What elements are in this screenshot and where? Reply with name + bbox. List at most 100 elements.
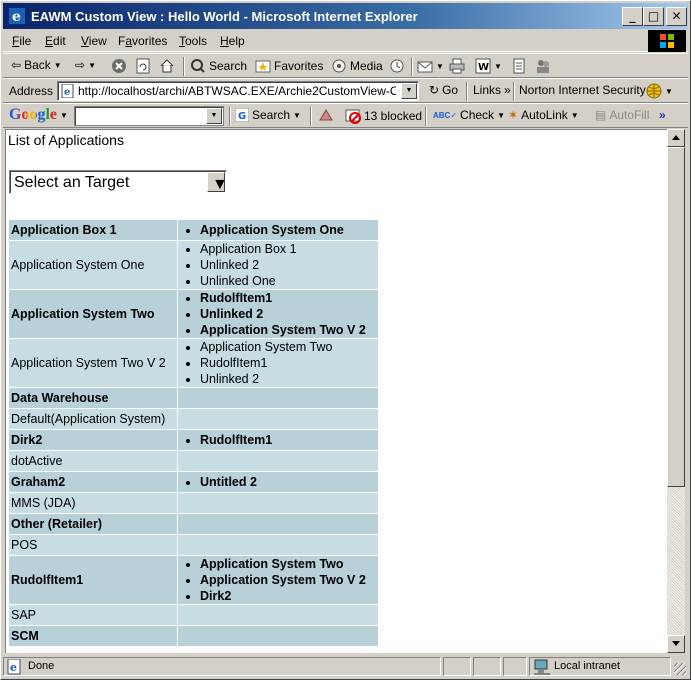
application-name: MMS (JDA) [9, 493, 177, 513]
go-button[interactable]: ↻ Go [429, 83, 458, 97]
links-button[interactable]: Links » [473, 83, 511, 97]
menu-favorites[interactable]: Favorites [118, 34, 167, 48]
application-row: POS [9, 535, 378, 555]
autofill-button[interactable]: ▤ AutoFill [595, 108, 649, 122]
google-search-input[interactable]: ▼ [74, 106, 224, 126]
linked-items-list: Application System TwoRudolfItem1Unlinke… [180, 339, 376, 387]
edit-word-button[interactable]: W ▼ [475, 58, 502, 74]
application-row: dotActive [9, 451, 378, 471]
print-button[interactable] [449, 58, 465, 74]
history-button[interactable] [389, 58, 405, 74]
linked-item: RudolfItem1 [200, 355, 376, 371]
ie-logo-icon: e [9, 8, 25, 24]
application-name: POS [9, 535, 177, 555]
scroll-down-button[interactable] [667, 635, 685, 653]
linked-item: Application System Two V 2 [200, 572, 376, 588]
minimize-button[interactable]: _ [622, 7, 643, 26]
popup-blocker-button[interactable]: 13 blocked [345, 108, 422, 124]
linked-item: Dirk2 [200, 588, 376, 604]
toolbar-separator [183, 57, 185, 76]
application-name: dotActive [9, 451, 177, 471]
linked-item: Unlinked 2 [200, 306, 376, 322]
chevron-down-icon: ▼ [210, 112, 218, 119]
home-button[interactable] [159, 58, 175, 74]
address-dropdown-button[interactable]: ▼ [401, 83, 417, 99]
spell-check-icon: ABC✓ [433, 110, 458, 120]
menu-file[interactable]: File [12, 34, 31, 48]
linked-items-list: Application System TwoApplication System… [180, 556, 376, 604]
application-row: RudolfItem1Application System TwoApplica… [9, 556, 378, 604]
target-select-dropdown[interactable]: ▼ [207, 172, 228, 193]
media-button[interactable]: Media [331, 58, 383, 74]
linked-items-cell: Application System TwoApplication System… [178, 556, 378, 604]
forward-button[interactable]: ⇨ ▼ [75, 58, 96, 72]
application-row: MMS (JDA) [9, 493, 378, 513]
svg-text:e: e [10, 661, 17, 674]
application-name: SAP [9, 605, 177, 625]
application-name: RudolfItem1 [9, 556, 177, 604]
more-chevron-button[interactable]: » [659, 108, 666, 122]
spell-check-button[interactable]: ABC✓ Check ▼ [433, 108, 505, 122]
security-zone-pane: Local intranet [529, 657, 671, 676]
messenger-button[interactable] [535, 58, 551, 74]
scrollbar-thumb[interactable] [667, 147, 685, 487]
address-toolbar: Address e ▼ ↻ Go Links » Norton Internet… [3, 78, 688, 103]
vertical-scrollbar[interactable] [667, 129, 685, 653]
close-button[interactable]: ✕ [666, 7, 687, 26]
menu-help[interactable]: Help [220, 34, 245, 48]
status-pane [473, 657, 501, 676]
target-select[interactable]: Select an Target ▼ [9, 170, 228, 194]
pagerank-icon [319, 109, 333, 121]
printer-icon [449, 58, 465, 74]
search-button[interactable]: Search [190, 58, 247, 74]
mail-button[interactable]: ▼ [417, 58, 444, 74]
mail-icon [417, 61, 433, 73]
chevron-down-icon: ▼ [570, 110, 579, 120]
address-box[interactable]: e ▼ [57, 81, 419, 101]
google-logo-button[interactable]: Google ▼ [9, 106, 68, 124]
forward-arrow-icon: ⇨ [75, 58, 86, 72]
back-button[interactable]: ⇦ Back ▼ [11, 58, 62, 72]
application-name: Dirk2 [9, 430, 177, 450]
autolink-wand-icon: ✶ [508, 108, 519, 122]
linked-items-list: RudolfItem1 [180, 432, 376, 448]
scroll-up-button[interactable] [667, 129, 685, 147]
autolink-button[interactable]: ✶ AutoLink ▼ [508, 108, 579, 122]
pagerank-button[interactable] [318, 108, 334, 124]
linked-item: Application System One [200, 222, 376, 238]
chevron-down-icon: ▼ [665, 86, 673, 96]
history-icon [390, 59, 404, 73]
menu-view[interactable]: View [81, 34, 107, 48]
application-row: Application Box 1 Application System One [9, 220, 378, 240]
norton-button[interactable]: Norton Internet Security [519, 83, 646, 97]
linked-items-list: Untitled 2 [180, 474, 376, 490]
address-input[interactable] [78, 84, 396, 98]
google-search-button[interactable]: G Search ▼ [235, 108, 301, 122]
linked-item: Untitled 2 [200, 474, 376, 490]
application-row: Application System OneApplication Box 1U… [9, 241, 378, 289]
chevron-right-icon: » [659, 108, 666, 122]
menu-edit[interactable]: Edit [45, 34, 66, 48]
linked-items-cell: RudolfItem1Unlinked 2Application System … [178, 290, 378, 338]
stop-button[interactable] [111, 58, 127, 74]
application-name: Data Warehouse [9, 388, 177, 408]
menu-tools[interactable]: Tools [179, 34, 207, 48]
resize-grip[interactable] [674, 663, 686, 675]
window-title: EAWM Custom View : Hello World - Microso… [31, 9, 418, 24]
refresh-button[interactable] [135, 58, 151, 74]
windows-logo-throbber [648, 30, 686, 52]
google-search-dropdown[interactable]: ▼ [206, 108, 222, 124]
chevron-down-icon: ▼ [60, 110, 68, 120]
discuss-button[interactable] [511, 58, 527, 74]
maximize-button[interactable]: □ [643, 7, 664, 26]
page-viewport: List of Applications Select an Target ▼ … [5, 129, 668, 653]
norton-menu-button[interactable]: ▼ [646, 83, 673, 99]
application-row: SCM [9, 626, 378, 646]
standard-toolbar: ⇦ Back ▼ ⇨ ▼ Search Favorites Media ▼ W … [3, 53, 688, 78]
svg-text:e: e [12, 9, 21, 24]
favorites-button[interactable]: Favorites [255, 58, 323, 74]
chevron-down-icon: ▼ [53, 60, 62, 70]
page-done-icon: e [7, 659, 21, 675]
linked-items-list: Application System One [180, 222, 376, 238]
title-bar[interactable]: e EAWM Custom View : Hello World - Micro… [3, 3, 688, 29]
